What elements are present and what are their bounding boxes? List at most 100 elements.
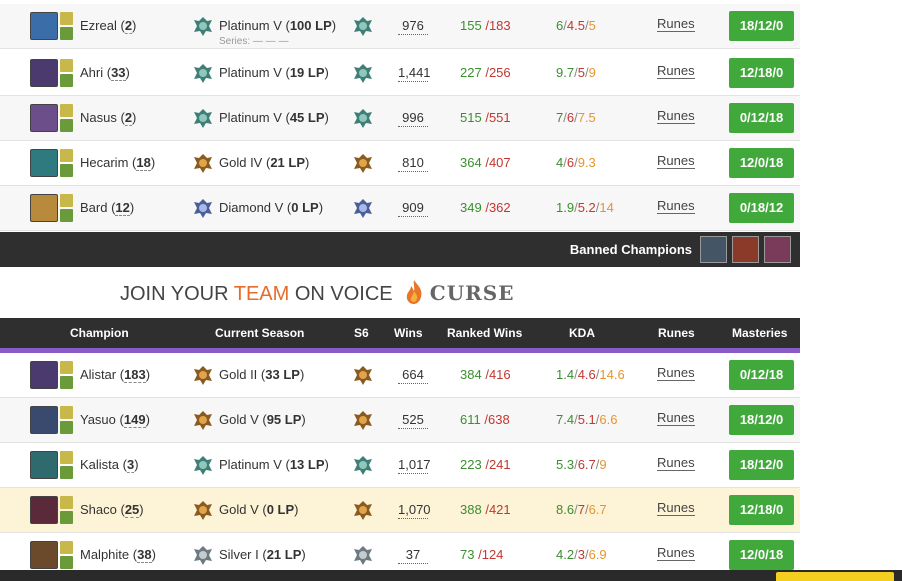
column-header-masteries[interactable]: Masteries xyxy=(732,326,787,340)
column-header-wins[interactable]: Wins xyxy=(394,326,423,340)
s6-tier-icon xyxy=(352,152,374,174)
champion-name[interactable]: Ahri xyxy=(80,65,103,80)
champion-portrait[interactable] xyxy=(30,406,58,434)
column-header-champion[interactable]: Champion xyxy=(70,326,129,340)
s6-tier-icon xyxy=(352,107,374,129)
kda: 5.3/6.7/9 xyxy=(556,457,607,472)
champion-name[interactable]: Bard xyxy=(80,200,107,215)
champion-games: 25 xyxy=(124,502,140,518)
wins-count[interactable]: 1,441 xyxy=(398,65,431,82)
champion-portrait[interactable] xyxy=(30,361,58,389)
wins-count[interactable]: 976 xyxy=(398,18,428,35)
summoner-spell-icon xyxy=(60,12,73,25)
column-header-ranked-wins[interactable]: Ranked Wins xyxy=(447,326,522,340)
rank-tier-icon xyxy=(192,107,214,129)
champion-name[interactable]: Hecarim xyxy=(80,155,128,170)
masteries-button[interactable]: 12/0/18 xyxy=(729,540,794,570)
summoner-spell-icon xyxy=(60,164,73,177)
runes-link[interactable]: Runes xyxy=(657,108,695,124)
champion-portrait[interactable] xyxy=(30,541,58,569)
bottom-bar-action-button[interactable] xyxy=(776,572,894,581)
masteries-button[interactable]: 0/18/12 xyxy=(729,193,794,223)
kda: 7/6/7.5 xyxy=(556,110,596,125)
runes-link[interactable]: Runes xyxy=(657,500,695,516)
kda-assists: 6.6 xyxy=(599,412,618,427)
masteries-button[interactable]: 12/18/0 xyxy=(729,58,794,88)
champion-portrait[interactable] xyxy=(30,59,58,87)
column-header-runes[interactable]: Runes xyxy=(658,326,695,340)
column-header-current-season[interactable]: Current Season xyxy=(215,326,304,340)
runes-link[interactable]: Runes xyxy=(657,153,695,169)
current-season-rank: Platinum V (19 LP) xyxy=(219,65,329,80)
champion-name[interactable]: Malphite xyxy=(80,547,129,562)
kda: 4/6/9.3 xyxy=(556,155,596,170)
ranked-losses-value: 421 xyxy=(488,502,511,517)
wins-count[interactable]: 909 xyxy=(398,200,428,217)
wins-count[interactable]: 664 xyxy=(398,367,428,384)
masteries-button[interactable]: 12/18/0 xyxy=(729,495,794,525)
summoner-spell-icon xyxy=(60,556,73,569)
masteries-button[interactable]: 12/0/18 xyxy=(729,148,794,178)
champion-portrait[interactable] xyxy=(30,194,58,222)
column-header-kda[interactable]: KDA xyxy=(569,326,595,340)
wins-count[interactable]: 810 xyxy=(398,155,428,172)
runes-link[interactable]: Runes xyxy=(657,16,695,32)
champion-name[interactable]: Alistar xyxy=(80,367,116,382)
wins-count[interactable]: 1,070 xyxy=(398,502,431,519)
champion-portrait[interactable] xyxy=(30,149,58,177)
champion-name[interactable]: Yasuo xyxy=(80,412,116,427)
summoner-spell-icon xyxy=(60,496,73,509)
masteries-button[interactable]: 18/12/0 xyxy=(729,450,794,480)
runes-link[interactable]: Runes xyxy=(657,545,695,561)
champion-name[interactable]: Nasus xyxy=(80,110,117,125)
runes-link[interactable]: Runes xyxy=(657,63,695,79)
current-season-rank: Gold V (95 LP) xyxy=(219,412,306,427)
banned-champion-icon[interactable] xyxy=(764,236,791,263)
summoner-spells xyxy=(60,406,74,434)
champion-portrait[interactable] xyxy=(30,12,58,40)
masteries-button[interactable]: 0/12/18 xyxy=(729,103,794,133)
ranked-wins: 349 /362 xyxy=(460,200,511,215)
rank-tier-icon xyxy=(192,454,214,476)
summoner-spell-icon xyxy=(60,421,73,434)
champion-name[interactable]: Ezreal xyxy=(80,18,117,33)
masteries-button[interactable]: 18/12/0 xyxy=(729,405,794,435)
s6-tier-icon xyxy=(352,15,374,37)
wins-count[interactable]: 1,017 xyxy=(398,457,431,474)
champion-name[interactable]: Kalista xyxy=(80,457,119,472)
masteries-button[interactable]: 18/12/0 xyxy=(729,11,794,41)
wins-count[interactable]: 525 xyxy=(398,412,428,429)
champion-name-cell: Yasuo (149) xyxy=(80,412,150,428)
table-row: Ahri (33) Platinum V (19 LP) 1,441 227 /256… xyxy=(0,51,800,96)
champion-portrait[interactable] xyxy=(30,496,58,524)
wins-count[interactable]: 996 xyxy=(398,110,428,127)
banned-champion-icon[interactable] xyxy=(700,236,727,263)
ranked-wins-value: 388 xyxy=(460,502,482,517)
current-season-rank: Gold II (33 LP) xyxy=(219,367,305,382)
masteries-button[interactable]: 0/12/18 xyxy=(729,360,794,390)
rank-name: Platinum V xyxy=(219,18,282,33)
curse-flame-icon xyxy=(407,280,422,304)
summoner-spell-icon xyxy=(60,376,73,389)
curse-voice-promo[interactable]: JOIN YOUR TEAM ON VOICE CURSE xyxy=(120,279,514,306)
summoner-spells xyxy=(60,104,74,132)
ranked-wins-value: 515 xyxy=(460,110,482,125)
champion-portrait[interactable] xyxy=(30,104,58,132)
runes-link[interactable]: Runes xyxy=(657,365,695,381)
ranked-losses-value: 416 xyxy=(488,367,511,382)
curse-logo-text: CURSE xyxy=(429,281,515,305)
champion-name[interactable]: Shaco xyxy=(80,502,117,517)
champion-name-cell: Malphite (38) xyxy=(80,547,156,563)
kda-kills: 8.6 xyxy=(556,502,575,517)
banned-champion-icon[interactable] xyxy=(732,236,759,263)
column-header-s6[interactable]: S6 xyxy=(354,326,369,340)
wins-count[interactable]: 37 xyxy=(398,547,428,564)
runes-link[interactable]: Runes xyxy=(657,410,695,426)
champion-games: 12 xyxy=(115,200,130,216)
runes-link[interactable]: Runes xyxy=(657,198,695,214)
rank-name: Silver I xyxy=(219,547,259,562)
champion-portrait[interactable] xyxy=(30,451,58,479)
champion-name-cell: Alistar (183) xyxy=(80,367,151,383)
ranked-wins-value: 349 xyxy=(460,200,482,215)
runes-link[interactable]: Runes xyxy=(657,455,695,471)
